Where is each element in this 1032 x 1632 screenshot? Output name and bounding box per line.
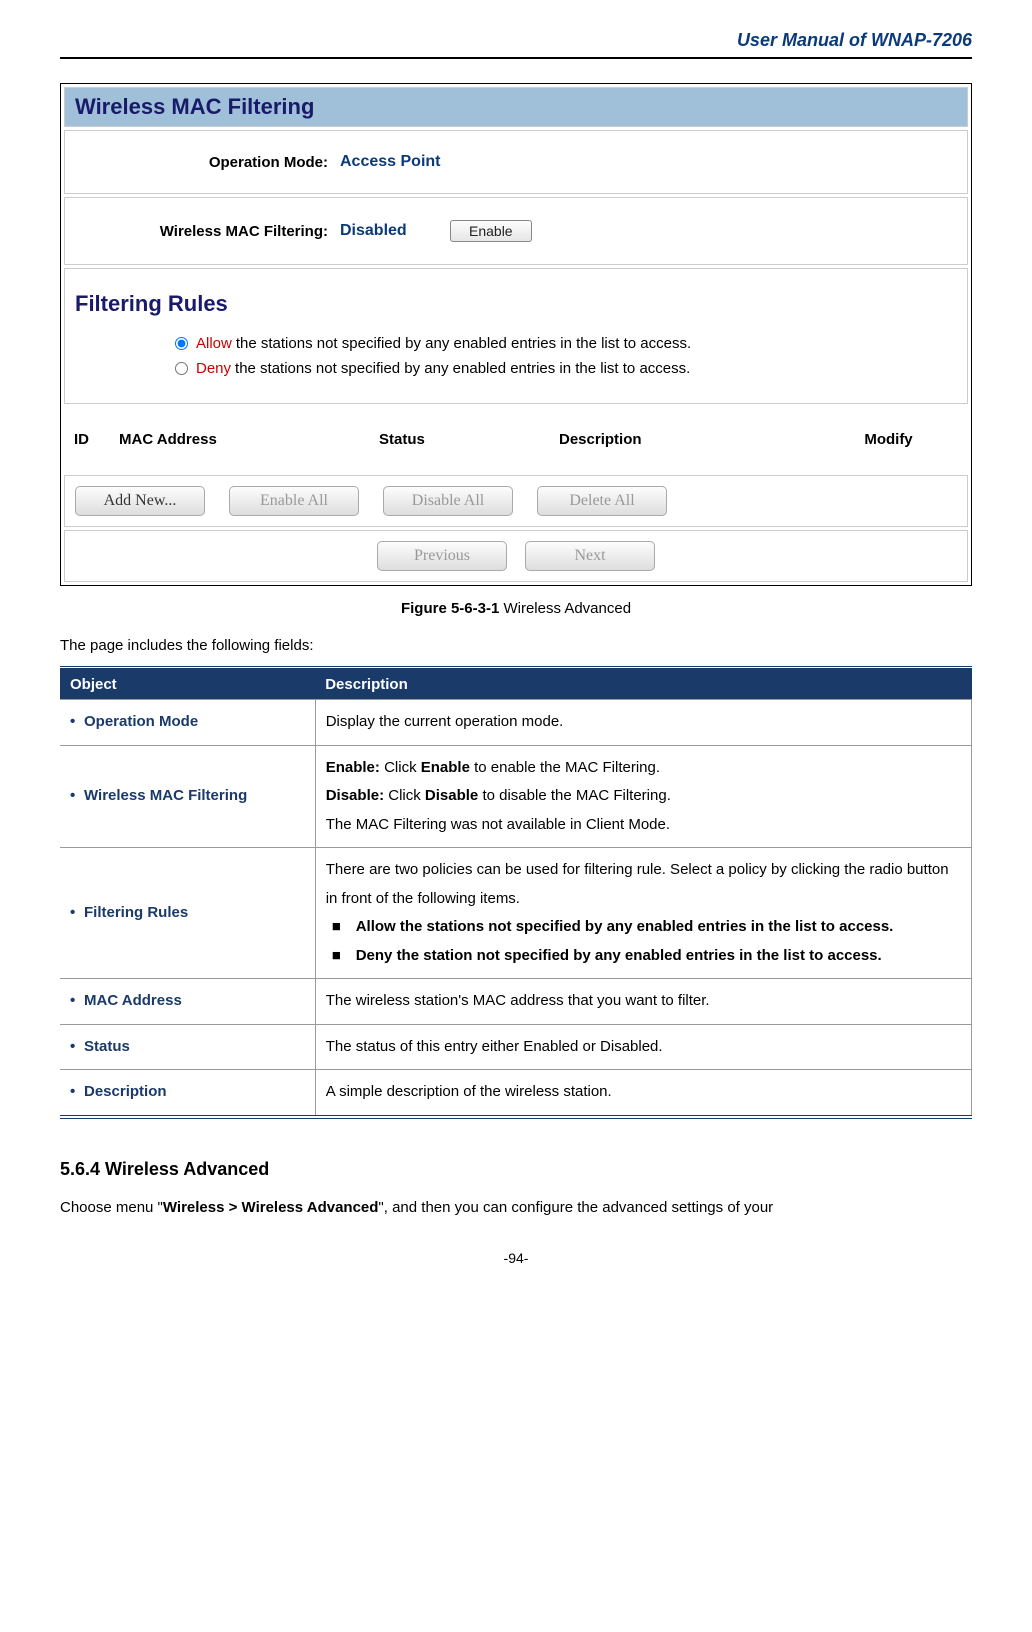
enable-all-button[interactable]: Enable All	[229, 486, 359, 516]
operation-mode-value: Access Point	[340, 153, 440, 171]
t: Deny the station not specified by any en…	[356, 942, 961, 971]
desc-4: The status of this entry either Enabled …	[315, 1024, 971, 1070]
page-footer: -94-	[60, 1250, 972, 1266]
obj-5: Description	[84, 1083, 167, 1100]
t: There are two policies can be used for f…	[326, 856, 961, 913]
fields-table-head: Object Description	[60, 668, 972, 700]
table-header-row: ID MAC Address Status Description Modify	[64, 407, 968, 472]
t: Click	[380, 759, 421, 776]
desc-3: The wireless station's MAC address that …	[315, 979, 971, 1025]
t: Choose menu "	[60, 1199, 163, 1216]
mac-filtering-value: Disabled	[340, 222, 450, 240]
desc-5: A simple description of the wireless sta…	[315, 1070, 971, 1117]
allow-rest: the stations not specified by any enable…	[236, 335, 691, 352]
allow-word: Allow	[196, 335, 232, 352]
th-modify: Modify	[819, 431, 958, 448]
deny-rest: the stations not specified by any enable…	[235, 360, 690, 377]
add-new-button[interactable]: Add New...	[75, 486, 205, 516]
delete-all-button[interactable]: Delete All	[537, 486, 667, 516]
t: to disable the MAC Filtering.	[478, 787, 671, 804]
table-row: •Filtering Rules There are two policies …	[60, 848, 972, 979]
enable-label: Enable:	[326, 759, 380, 776]
t: to enable the MAC Filtering.	[470, 759, 660, 776]
table-row: •MAC Address The wireless station's MAC …	[60, 979, 972, 1025]
screenshot-panel: Wireless MAC Filtering Operation Mode: A…	[60, 83, 972, 586]
filtering-rules-section: Filtering Rules Allow the stations not s…	[64, 268, 968, 404]
operation-mode-label: Operation Mode:	[75, 154, 340, 171]
allow-radio-row[interactable]: Allow the stations not specified by any …	[75, 331, 957, 356]
table-row: •Status The status of this entry either …	[60, 1024, 972, 1070]
obj-2: Filtering Rules	[84, 904, 188, 921]
desc-2: There are two policies can be used for f…	[315, 848, 971, 979]
allow-radio[interactable]	[175, 337, 188, 350]
enable-button[interactable]: Enable	[450, 220, 532, 242]
figure-caption: Figure 5-6-3-1 Wireless Advanced	[60, 600, 972, 617]
t: Enable	[421, 759, 470, 776]
section-564-heading: 5.6.4 Wireless Advanced	[60, 1159, 972, 1180]
table-row: •Description A simple description of the…	[60, 1070, 972, 1117]
nav-button-row: Previous Next	[64, 530, 968, 582]
disable-all-button[interactable]: Disable All	[383, 486, 513, 516]
t: Allow the stations not specified by any …	[356, 913, 961, 942]
operation-mode-section: Operation Mode: Access Point	[64, 130, 968, 194]
t: Click	[384, 787, 425, 804]
obj-3: MAC Address	[84, 992, 182, 1009]
mac-filtering-label: Wireless MAC Filtering:	[75, 223, 340, 240]
deny-radio-row[interactable]: Deny the stations not specified by any e…	[75, 356, 957, 381]
mac-filtering-section: Wireless MAC Filtering: Disabled Enable	[64, 197, 968, 265]
th-mac: MAC Address	[119, 431, 379, 448]
t: The MAC Filtering was not available in C…	[326, 816, 670, 833]
deny-word: Deny	[196, 360, 231, 377]
th-status: Status	[379, 431, 559, 448]
th-description: Description	[559, 431, 819, 448]
figure-caption-bold: Figure 5-6-3-1	[401, 600, 499, 617]
next-button[interactable]: Next	[525, 541, 655, 571]
obj-0: Operation Mode	[84, 713, 198, 730]
filtering-rules-heading: Filtering Rules	[75, 291, 957, 317]
th-object: Object	[60, 668, 315, 700]
intro-text: The page includes the following fields:	[60, 637, 972, 654]
t: ", and then you can configure the advanc…	[378, 1199, 773, 1216]
previous-button[interactable]: Previous	[377, 541, 507, 571]
obj-1: Wireless MAC Filtering	[84, 787, 247, 804]
deny-radio[interactable]	[175, 362, 188, 375]
table-row: •Wireless MAC Filtering Enable: Click En…	[60, 745, 972, 848]
figure-caption-rest: Wireless Advanced	[499, 600, 631, 617]
action-button-row: Add New... Enable All Disable All Delete…	[64, 475, 968, 527]
desc-1: Enable: Click Enable to enable the MAC F…	[315, 745, 971, 848]
disable-label: Disable:	[326, 787, 384, 804]
table-row: •Operation Mode Display the current oper…	[60, 700, 972, 746]
desc-0: Display the current operation mode.	[315, 700, 971, 746]
fields-table: Object Description •Operation Mode Displ…	[60, 666, 972, 1119]
th-id: ID	[74, 431, 119, 448]
panel-title-bar: Wireless MAC Filtering	[64, 87, 968, 127]
t: Wireless > Wireless Advanced	[163, 1199, 379, 1216]
th-desc: Description	[315, 668, 971, 700]
obj-4: Status	[84, 1038, 130, 1055]
section-564: 5.6.4 Wireless Advanced Choose menu "Wir…	[60, 1159, 972, 1220]
page-header: User Manual of WNAP-7206	[60, 30, 972, 59]
t: Disable	[425, 787, 478, 804]
